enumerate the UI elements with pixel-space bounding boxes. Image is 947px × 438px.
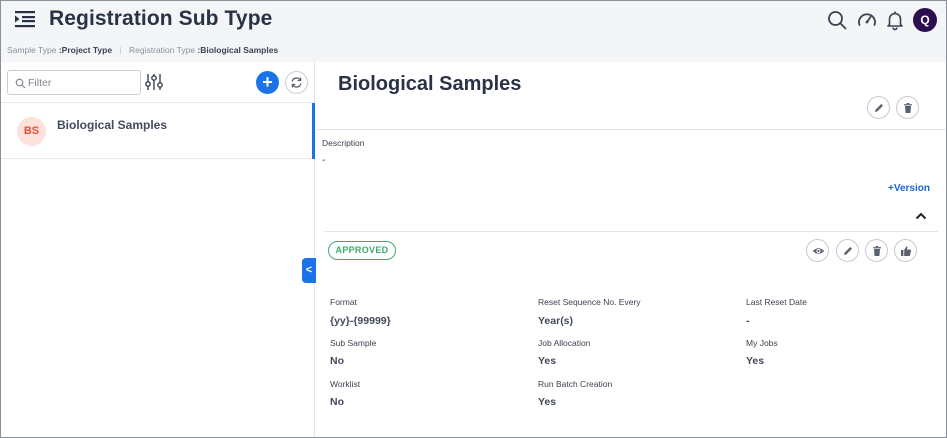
collapse-panel-button[interactable]: <	[302, 258, 316, 283]
add-button[interactable]: +	[256, 71, 279, 94]
breadcrumb-key-registration-type: Registration Type	[129, 45, 196, 55]
trash-icon	[873, 246, 881, 256]
item-avatar: BS	[17, 117, 46, 146]
approve-button[interactable]	[894, 239, 917, 262]
delete-button[interactable]	[896, 96, 919, 119]
field-label-reset-sequence: Reset Sequence No. Every	[538, 297, 641, 307]
refresh-button[interactable]	[285, 71, 308, 94]
field-value-job-allocation: Yes	[538, 355, 557, 367]
list-item-label: Biological Samples	[57, 118, 168, 132]
bell-icon[interactable]	[884, 9, 906, 31]
menu-collapse-icon[interactable]	[14, 9, 36, 29]
field-value-format: {yy}-{99999}	[330, 315, 391, 327]
breadcrumb-key-sample-type: Sample Type	[7, 45, 57, 55]
breadcrumb: Sample Type :Project Type | Registration…	[1, 38, 946, 62]
field-value-reset-sequence: Year(s)	[538, 315, 574, 327]
edit-button[interactable]	[867, 96, 890, 119]
field-value-run-batch-creation: Yes	[538, 396, 557, 408]
delete-version-button[interactable]	[865, 239, 888, 262]
status-badge: APPROVED	[328, 241, 396, 260]
field-label-run-batch-creation: Run Batch Creation	[538, 379, 613, 389]
field-label-my-jobs: My Jobs	[746, 338, 778, 348]
version-link-label: Version	[893, 183, 930, 194]
field-value-last-reset-date: -	[746, 315, 750, 327]
field-value-worklist: No	[330, 396, 344, 408]
sidebar-list-pane: + BS Biological Samples	[1, 62, 315, 437]
pencil-icon	[844, 247, 852, 255]
filter-input[interactable]	[28, 74, 136, 92]
divider	[324, 231, 938, 232]
search-icon	[15, 78, 26, 89]
field-value-sub-sample: No	[330, 355, 344, 367]
selected-indicator	[312, 103, 315, 159]
field-label-sub-sample: Sub Sample	[330, 338, 377, 348]
app-header: Registration Sub Type Q	[1, 1, 946, 38]
list-item[interactable]: BS Biological Samples	[1, 103, 315, 159]
eye-icon	[812, 248, 825, 254]
breadcrumb-value-registration-type[interactable]: :Biological Samples	[197, 45, 278, 55]
divider	[316, 129, 946, 130]
detail-pane: Biological Samples Description - +Versio…	[316, 62, 946, 437]
field-label-format: Format	[330, 297, 357, 307]
breadcrumb-value-sample-type[interactable]: :Project Type	[59, 45, 112, 55]
description-label: Description	[322, 138, 365, 148]
user-avatar[interactable]: Q	[913, 8, 937, 32]
field-label-last-reset-date: Last Reset Date	[746, 297, 807, 307]
view-button[interactable]	[806, 239, 829, 262]
filter-field[interactable]	[7, 70, 141, 95]
field-label-job-allocation: Job Allocation	[538, 338, 591, 348]
trash-icon	[904, 103, 912, 113]
description-value: -	[322, 155, 326, 166]
detail-title: Biological Samples	[338, 73, 522, 95]
breadcrumb-separator: |	[119, 45, 122, 55]
refresh-icon	[291, 77, 302, 88]
filter-settings-icon[interactable]	[144, 72, 164, 92]
chevron-up-icon[interactable]	[914, 210, 928, 222]
field-label-worklist: Worklist	[330, 379, 361, 389]
add-version-link[interactable]: +Version	[888, 183, 930, 194]
pencil-icon	[875, 104, 883, 112]
edit-version-button[interactable]	[836, 239, 859, 262]
search-icon[interactable]	[826, 9, 848, 31]
dashboard-icon[interactable]	[856, 9, 878, 31]
page-title: Registration Sub Type	[49, 7, 273, 30]
thumbs-up-icon	[901, 246, 912, 256]
field-value-my-jobs: Yes	[746, 355, 765, 367]
